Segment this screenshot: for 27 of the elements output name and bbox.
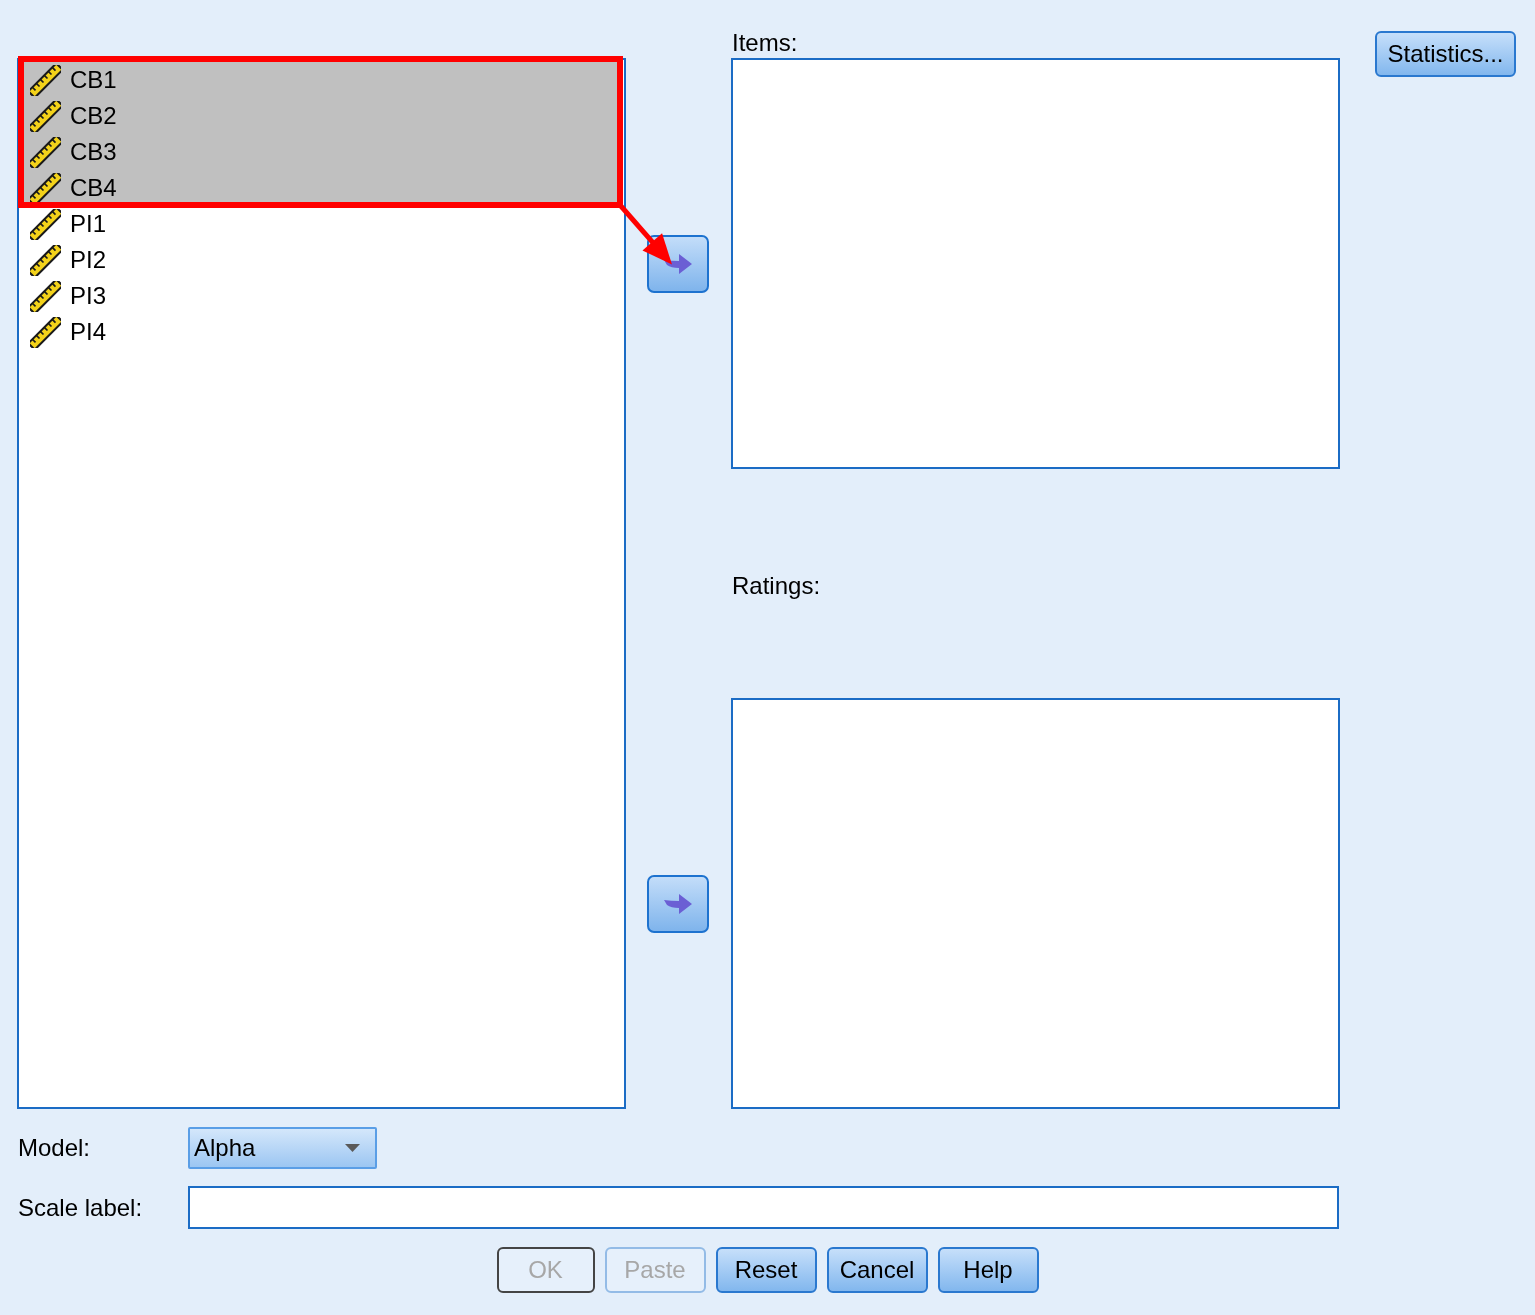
dialog-button[interactable]: Reset <box>715 1247 817 1293</box>
dialog-button[interactable]: Help <box>937 1247 1039 1293</box>
variable-list[interactable]: CB1 CB2 CB3 CB4 PI1 PI2 PI3 PI4 <box>17 58 626 1109</box>
variable-item[interactable]: PI1 <box>21 206 621 242</box>
ratings-label: Ratings: <box>732 572 821 599</box>
scale-label-field[interactable] <box>188 1186 1339 1229</box>
variable-name: CB1 <box>70 65 117 95</box>
scale-label-label: Scale label: <box>18 1192 144 1223</box>
variable-item[interactable]: PI2 <box>21 242 621 278</box>
model-dropdown[interactable]: Alpha <box>188 1127 377 1169</box>
variable-name: PI2 <box>70 245 107 275</box>
statistics-button[interactable]: Statistics... <box>1375 31 1516 77</box>
model-label: Model: <box>18 1133 92 1163</box>
variable-item[interactable]: PI4 <box>21 314 621 350</box>
variable-name: CB2 <box>70 101 117 131</box>
move-to-ratings-button[interactable] <box>647 874 709 933</box>
items-label: Items: <box>732 29 798 56</box>
variable-item[interactable]: PI3 <box>21 278 621 314</box>
variable-name: PI4 <box>70 317 107 347</box>
variable-name: PI1 <box>70 209 107 239</box>
right-arrow-icon <box>664 251 692 276</box>
caret-icon <box>345 1144 360 1152</box>
variable-name: PI3 <box>70 281 107 311</box>
variable-name: CB3 <box>70 137 117 167</box>
dialog-button[interactable]: Cancel <box>826 1247 928 1293</box>
variable-name: CB4 <box>70 173 117 203</box>
right-arrow-icon <box>664 891 692 916</box>
